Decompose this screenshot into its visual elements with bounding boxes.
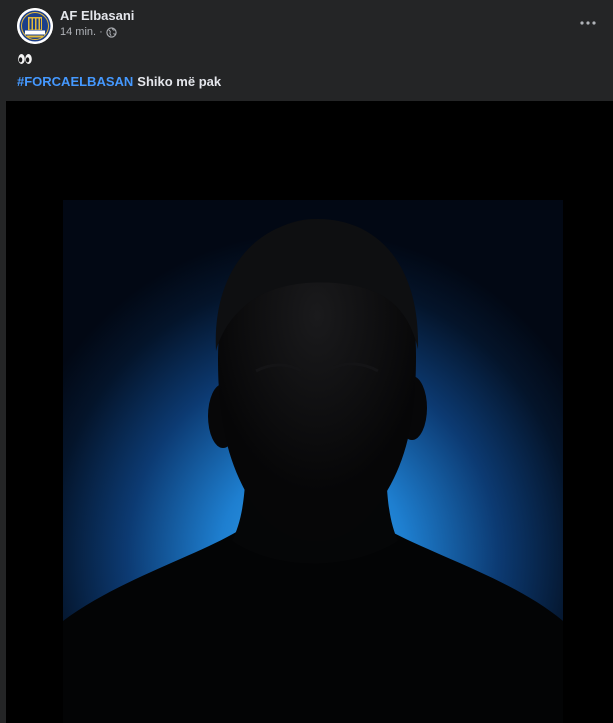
avatar[interactable]: [17, 8, 53, 44]
post-emoji: [17, 52, 33, 68]
post-meta: 14 min. ·: [60, 25, 117, 39]
more-horizontal-icon: [580, 21, 596, 25]
post-header: AF Elbasani 14 min. ·: [0, 0, 613, 50]
hashtag-link[interactable]: #FORCAELBASAN: [17, 74, 133, 89]
portrait-photo: [6, 101, 613, 723]
post-time[interactable]: 14 min.: [60, 25, 96, 39]
eyes-icon: [18, 54, 32, 64]
more-options-button[interactable]: [577, 12, 599, 34]
author-name[interactable]: AF Elbasani: [60, 8, 134, 24]
globe-icon: [106, 26, 117, 38]
post-caption: #FORCAELBASAN Shiko më pak: [17, 74, 221, 90]
club-logo: [17, 8, 53, 44]
post-photo[interactable]: [6, 101, 613, 723]
see-less-link[interactable]: Shiko më pak: [137, 74, 221, 89]
facebook-post: AF Elbasani 14 min. · #FORCAELBASAN Shik…: [0, 0, 613, 723]
meta-separator: ·: [99, 26, 103, 38]
